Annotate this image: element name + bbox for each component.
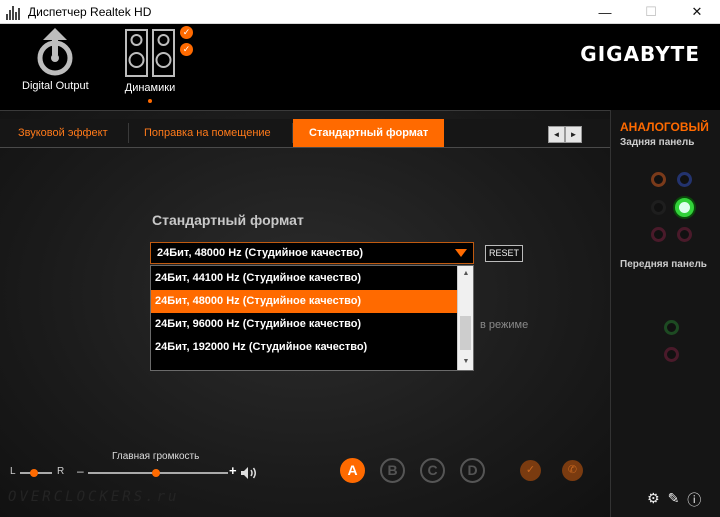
rear-jack-black[interactable] [651, 200, 666, 215]
check-icon: ✓ [180, 43, 193, 56]
scrollbar-thumb[interactable] [460, 316, 471, 350]
mode-label: в режиме [480, 319, 529, 331]
dropdown-arrow-icon[interactable] [455, 249, 467, 257]
volume-title: Главная громкость [112, 451, 200, 462]
brand-logo: GIGABYTE [580, 42, 700, 66]
info-icon[interactable]: ⓘ [687, 490, 701, 510]
section-title: Стандартный формат [152, 212, 304, 228]
device-digital-output[interactable]: Digital Output [22, 28, 89, 92]
active-device-indicator [148, 99, 152, 103]
phone-icon[interactable]: ✆ [562, 460, 583, 481]
status-badges: ✓ ✓ [180, 26, 193, 56]
format-option-selected[interactable]: 24Бит, 48000 Hz (Студийное качество) [151, 290, 458, 313]
format-select[interactable]: 24Бит, 48000 Hz (Студийное качество) [150, 242, 474, 264]
close-button[interactable]: ✕ [674, 0, 720, 24]
balance-slider-handle[interactable] [30, 469, 38, 477]
tab-bar: Звуковой эффект Поправка на помещение Ст… [0, 119, 610, 148]
format-option[interactable]: 24Бит, 192000 Hz (Студийное качество) [151, 336, 458, 359]
profile-a-button[interactable]: A [340, 458, 365, 483]
rear-panel-label: Задняя панель [620, 137, 695, 148]
maximize-button[interactable]: ☐ [628, 0, 674, 24]
tab-scroll-left-button[interactable]: ◄ [548, 126, 565, 143]
profile-b-button[interactable]: B [380, 458, 405, 483]
dropdown-scrollbar[interactable]: ▲ ▼ [457, 266, 473, 370]
analog-panel: АНАЛОГОВЫЙ Задняя панель Передняя панель… [610, 110, 720, 517]
gear-icon[interactable]: ⚙ [647, 490, 660, 510]
volume-plus-label: + [229, 463, 237, 478]
device-header: Digital Output Динамики ✓ ✓ GIGABYTE [0, 24, 720, 110]
check-icon[interactable]: ✓ [520, 460, 541, 481]
rear-jack-pink-2[interactable] [677, 227, 692, 242]
format-option[interactable]: 24Бит, 96000 Hz (Студийное качество) [151, 313, 458, 336]
reset-button[interactable]: RESET [485, 245, 524, 262]
rear-jack-blue[interactable] [677, 172, 692, 187]
watermark: OVERCLOCKERS.ru [8, 489, 180, 505]
format-dropdown-list: 24Бит, 44100 Hz (Студийное качество) 24Б… [150, 265, 474, 371]
rear-jack-green-active[interactable] [675, 198, 694, 217]
format-select-value: 24Бит, 48000 Hz (Студийное качество) [157, 247, 364, 259]
tab-sound-effect[interactable]: Звуковой эффект [2, 119, 124, 147]
device-label-speakers: Динамики [124, 82, 176, 94]
tab-scroll-right-button[interactable]: ► [565, 126, 582, 143]
check-icon: ✓ [180, 26, 193, 39]
speakers-icon [125, 29, 175, 77]
wrench-icon[interactable]: ✎ [668, 490, 680, 510]
main-panel: Звуковой эффект Поправка на помещение Ст… [0, 110, 610, 517]
front-panel-label: Передняя панель [620, 259, 707, 270]
scroll-down-icon[interactable]: ▼ [458, 354, 474, 370]
volume-minus-label: – [77, 464, 84, 478]
speaker-mute-icon[interactable] [240, 466, 258, 480]
rear-jack-pink[interactable] [651, 227, 666, 242]
tab-room-correction[interactable]: Поправка на помещение [128, 119, 287, 147]
balance-right-label: R [57, 466, 65, 477]
rear-jack-orange[interactable] [651, 172, 666, 187]
title-bar: Диспетчер Realtek HD — ☐ ✕ [0, 0, 720, 24]
device-speakers[interactable]: Динамики [124, 28, 176, 103]
balance-left-label: L [10, 466, 16, 477]
analog-title: АНАЛОГОВЫЙ [620, 120, 709, 134]
front-jack-green[interactable] [664, 320, 679, 335]
front-jack-pink[interactable] [664, 347, 679, 362]
scroll-up-icon[interactable]: ▲ [458, 266, 474, 282]
profile-c-button[interactable]: C [420, 458, 445, 483]
digital-output-icon [37, 28, 73, 76]
window-title: Диспетчер Realtek HD [28, 4, 152, 19]
minimize-button[interactable]: — [582, 0, 628, 24]
device-label-digital-output: Digital Output [22, 80, 89, 92]
volume-controls: Главная громкость L R – + [0, 441, 300, 481]
format-option[interactable]: 24Бит, 44100 Hz (Студийное качество) [151, 267, 458, 290]
tab-default-format[interactable]: Стандартный формат [293, 119, 445, 147]
realtek-app-icon [6, 4, 22, 20]
volume-slider-handle[interactable] [152, 469, 160, 477]
profile-d-button[interactable]: D [460, 458, 485, 483]
